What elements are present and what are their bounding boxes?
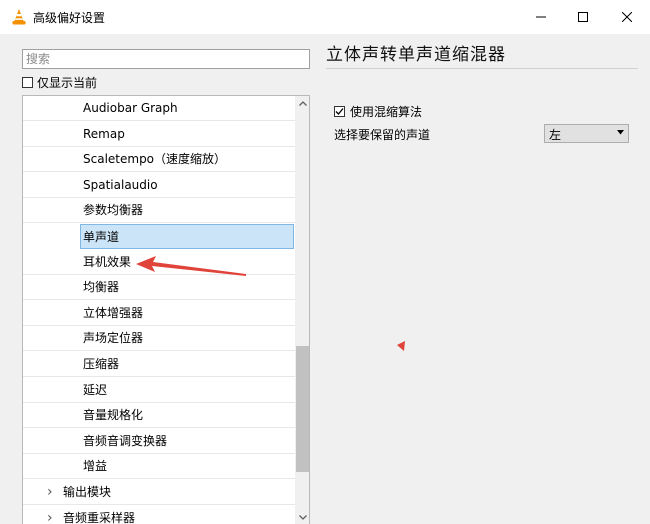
- compress-label: 使用混缩算法: [350, 104, 423, 119]
- tree-item-label: Spatialaudio: [83, 177, 158, 192]
- tree-item[interactable]: Remap: [23, 122, 295, 147]
- close-icon: [622, 12, 632, 22]
- tree-item[interactable]: 压缩器: [23, 352, 295, 377]
- tree-item[interactable]: 音频音调变换器: [23, 429, 295, 454]
- show-current-option[interactable]: 仅显示当前: [22, 74, 97, 90]
- tree-item[interactable]: Scaletempo（速度缩放）: [23, 147, 295, 173]
- tree-item[interactable]: 参数均衡器: [23, 198, 295, 224]
- panel-divider: [326, 68, 638, 69]
- tree-item-label: 音量规格化: [83, 408, 144, 423]
- vlc-cone-icon: [12, 9, 26, 25]
- search-input[interactable]: [22, 49, 310, 69]
- tree-item-label: 增益: [83, 459, 108, 474]
- tree-item[interactable]: 延迟: [23, 378, 295, 403]
- preferences-tree[interactable]: Audiobar Graph Remap Scaletempo（速度缩放） Spati…: [22, 95, 310, 524]
- minimize-icon: [536, 16, 546, 18]
- compress-checkbox[interactable]: [334, 105, 345, 117]
- tree-item-label: 参数均衡器: [83, 203, 144, 218]
- scroll-thumb[interactable]: [296, 345, 309, 472]
- tree-item-label: 输出模块: [63, 485, 112, 499]
- tree-item[interactable]: 均衡器: [23, 275, 295, 301]
- check-icon: [335, 107, 344, 115]
- tree-item[interactable]: 耳机效果: [23, 250, 295, 275]
- tree-item-label: 立体增强器: [83, 305, 144, 320]
- tree-item[interactable]: Audiobar Graph: [23, 96, 295, 121]
- tree-item-label: 音频音调变换器: [83, 433, 168, 448]
- tree-item-label: Scaletempo（速度缩放）: [83, 152, 227, 167]
- chevron-right-icon[interactable]: ›: [47, 506, 53, 524]
- tree-item-label: 压缩器: [83, 357, 120, 371]
- tree-item-label: 声场定位器: [83, 331, 144, 346]
- scroll-down-button[interactable]: [295, 510, 309, 524]
- tree-item-label: Audiobar Graph: [83, 101, 178, 115]
- show-current-label: 仅显示当前: [37, 75, 98, 90]
- tree-item-label: Remap: [83, 126, 125, 141]
- tree-item[interactable]: Spatialaudio: [23, 173, 295, 198]
- tree-item-label: 延迟: [83, 382, 108, 397]
- minimize-button[interactable]: [518, 0, 564, 34]
- title-bar: 高级偏好设置: [0, 0, 650, 34]
- channel-select-value: 左: [549, 128, 562, 142]
- maximize-button[interactable]: [560, 0, 606, 34]
- chevron-up-icon: [298, 101, 307, 106]
- tree-scrollbar[interactable]: [295, 96, 309, 524]
- window-title: 高级偏好设置: [33, 11, 106, 25]
- scroll-up-button[interactable]: [295, 96, 309, 111]
- tree-group-item[interactable]: › 输出模块: [23, 480, 295, 505]
- tree-item[interactable]: 声场定位器: [23, 326, 295, 352]
- panel-title: 立体声转单声道缩混器: [326, 45, 506, 65]
- show-current-checkbox[interactable]: [22, 76, 33, 88]
- tree-item-label: 均衡器: [83, 280, 120, 295]
- maximize-icon: [578, 12, 588, 22]
- channel-select[interactable]: 左: [544, 124, 629, 143]
- tree-group-item[interactable]: › 音频重采样器: [23, 506, 295, 524]
- tree-item[interactable]: 增益: [23, 454, 295, 480]
- compress-option[interactable]: 使用混缩算法: [334, 103, 422, 119]
- channel-label: 选择要保留的声道: [334, 128, 431, 142]
- tree-item[interactable]: 单声道: [80, 224, 294, 249]
- close-button[interactable]: [604, 0, 650, 34]
- chevron-down-icon: [298, 515, 307, 520]
- chevron-right-icon[interactable]: ›: [47, 480, 53, 504]
- dropdown-arrow-icon: [617, 130, 624, 135]
- tree-item-label: 单声道: [83, 230, 120, 244]
- tree-item-label: 耳机效果: [83, 254, 132, 269]
- tree-item[interactable]: 立体增强器: [23, 301, 295, 326]
- tree-item[interactable]: 音量规格化: [23, 403, 295, 429]
- tree-item-label: 音频重采样器: [63, 510, 136, 524]
